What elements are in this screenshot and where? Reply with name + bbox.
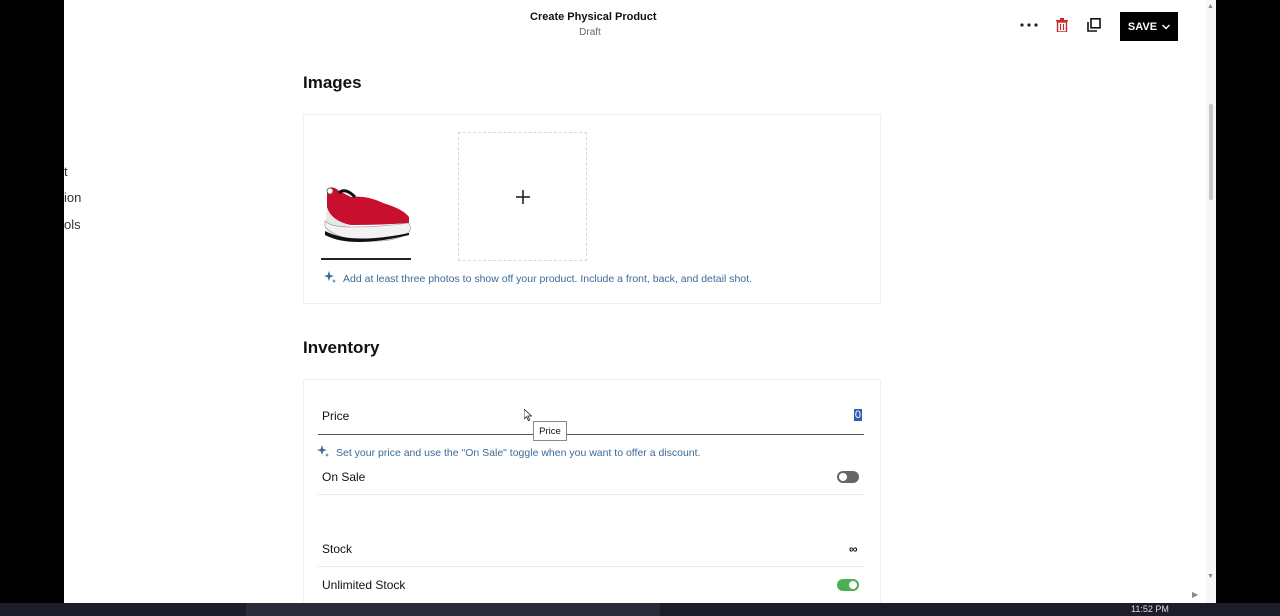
taskbar-apps	[246, 603, 660, 616]
price-input[interactable]: 0	[318, 400, 864, 434]
sidebar-item-fragment-2[interactable]: ion	[64, 190, 81, 205]
price-hint-text: Set your price and use the "On Sale" tog…	[336, 446, 701, 459]
inventory-panel: Price 0 Price Set your price and use the…	[303, 379, 881, 603]
images-hint-text: Add at least three photos to show off yo…	[343, 272, 752, 285]
unlimited-stock-label: Unlimited Stock	[322, 578, 406, 592]
horizontal-scroll-arrow-icon[interactable]: ▶	[1192, 590, 1198, 599]
taskbar-clock: 11:52 PM	[1131, 604, 1169, 614]
page-title: Create Physical Product	[530, 11, 657, 23]
price-tooltip: Price	[533, 421, 567, 441]
price-hint: Set your price and use the "On Sale" tog…	[316, 444, 701, 461]
price-value: 0	[853, 409, 862, 421]
stock-value[interactable]: ∞	[849, 542, 858, 556]
page-header: Create Physical Product Draft	[530, 11, 657, 38]
stock-label: Stock	[322, 542, 353, 556]
on-sale-toggle[interactable]	[837, 471, 859, 483]
price-underline	[318, 434, 864, 435]
inventory-section-title: Inventory	[303, 338, 380, 357]
price-tooltip-text: Price	[539, 425, 561, 437]
plus-icon	[515, 184, 530, 210]
images-section-title: Images	[303, 73, 362, 92]
scrollbar-thumb[interactable]	[1209, 104, 1213, 200]
mouse-cursor-icon	[523, 408, 533, 426]
stock-divider	[318, 566, 864, 567]
save-button-label: SAVE	[1127, 20, 1158, 33]
selected-image-indicator	[321, 258, 411, 260]
sparkle-icon	[323, 270, 337, 287]
unlimited-stock-toggle[interactable]	[837, 579, 859, 591]
duplicate-icon[interactable]	[1084, 15, 1104, 35]
draft-status: Draft	[579, 27, 601, 38]
os-taskbar: 11:52 PM	[0, 603, 1280, 616]
page-scrollbar[interactable]: ▲ ▼	[1206, 0, 1216, 603]
sparkle-icon	[316, 444, 330, 461]
sidebar-item-fragment-3[interactable]: ols	[64, 217, 81, 232]
on-sale-label: On Sale	[322, 470, 366, 484]
editor-window: t ion ols Create Physical Product Draft …	[64, 0, 1216, 603]
trash-icon[interactable]	[1052, 15, 1072, 35]
chevron-up-icon[interactable]: ▲	[1207, 3, 1214, 10]
chevron-down-icon	[1162, 21, 1171, 33]
add-image-button[interactable]	[458, 132, 587, 261]
sidebar-item-fragment-1[interactable]: t	[64, 164, 68, 179]
images-panel: Add at least three photos to show off yo…	[303, 114, 881, 304]
on-sale-divider	[318, 494, 864, 495]
product-image-thumbnail[interactable]	[321, 131, 412, 257]
chevron-down-icon[interactable]: ▼	[1207, 573, 1214, 580]
sneaker-image	[324, 187, 412, 242]
save-button[interactable]: SAVE	[1120, 12, 1178, 41]
more-horizontal-icon[interactable]	[1019, 15, 1039, 35]
images-hint: Add at least three photos to show off yo…	[323, 270, 752, 287]
